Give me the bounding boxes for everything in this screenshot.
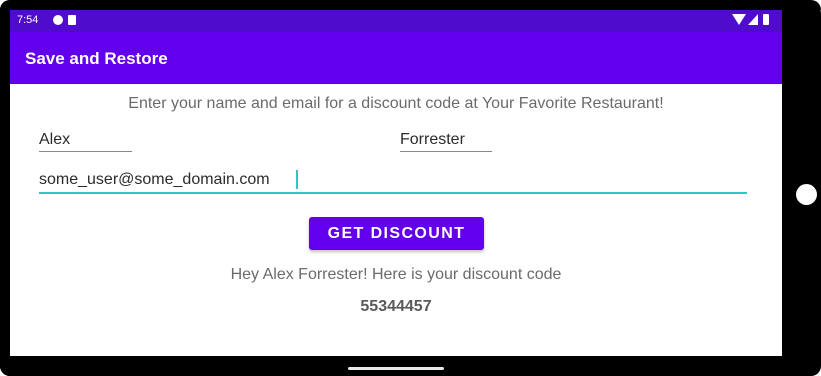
bezel-bottom xyxy=(0,356,821,376)
bezel-top xyxy=(0,0,821,10)
first-name-field[interactable] xyxy=(39,128,132,152)
status-time: 7:54 xyxy=(17,14,39,26)
sim-card-icon xyxy=(68,15,76,25)
app-title: Save and Restore xyxy=(25,49,168,68)
last-name-field[interactable] xyxy=(400,128,492,152)
app-bar: Save and Restore xyxy=(10,32,782,84)
battery-icon xyxy=(763,14,769,25)
wifi-icon xyxy=(732,14,746,25)
email-field[interactable] xyxy=(39,168,747,194)
status-bar: 7:54 xyxy=(10,10,782,32)
camera-dot-icon xyxy=(796,184,817,205)
signal-icon xyxy=(748,14,758,25)
discount-message: Hey Alex Forrester! Here is your discoun… xyxy=(230,266,562,283)
notification-icon xyxy=(53,15,63,25)
gesture-nav-handle[interactable] xyxy=(348,367,444,370)
get-discount-button[interactable]: GET DISCOUNT xyxy=(309,217,484,250)
instructions-text: Enter your name and email for a discount… xyxy=(128,95,664,112)
device-frame: 7:54 Save and Restore Enter your name an… xyxy=(0,0,821,376)
discount-code: 55344457 xyxy=(360,298,432,315)
main-content: Enter your name and email for a discount… xyxy=(10,84,782,356)
text-cursor xyxy=(296,170,298,189)
bezel-left xyxy=(0,0,10,376)
